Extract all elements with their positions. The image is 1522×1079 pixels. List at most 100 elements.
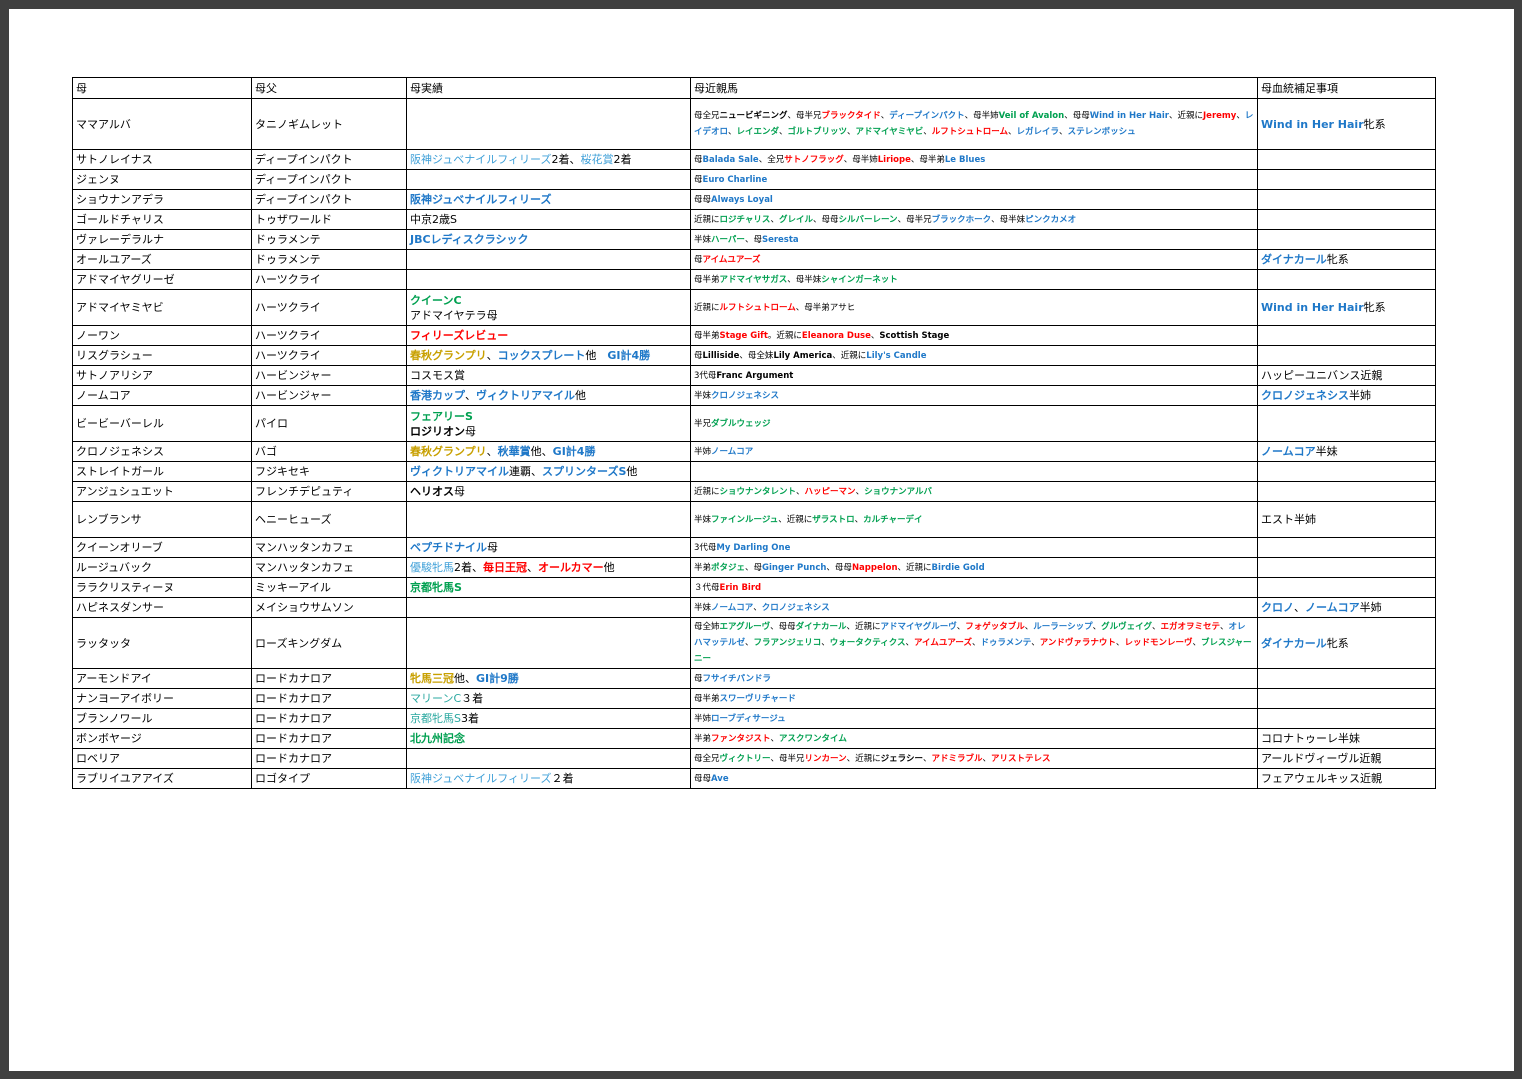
pedigree-notes-cell: [1257, 557, 1436, 578]
table-row: サトノアリシア ハービンジャー コスモス賞 3代母Franc Argument ハッピー…: [72, 365, 1436, 386]
text-segment: ゴルトブリッツ: [787, 127, 847, 137]
dam-relatives-cell: 母フサイチパンドラ: [690, 668, 1258, 689]
text-segment: ベプチドナイル: [410, 541, 487, 554]
text-segment: 他: [626, 465, 638, 478]
text-segment: 母: [454, 485, 465, 498]
text-segment: ショウナンタレント: [719, 486, 797, 497]
text-segment: 、全兄: [758, 154, 785, 165]
damsire-cell: ハービンジャー: [251, 385, 407, 406]
dam-cell: サトノレイナス: [72, 149, 252, 170]
text-segment: 半姉: [1359, 601, 1382, 614]
text-segment: フラアンジェリコ: [753, 638, 822, 648]
pedigree-notes-cell: ノームコア半妹: [1257, 441, 1436, 462]
text-segment: アドミラブル: [931, 753, 983, 764]
dam-relatives-cell: 3代母My Darling One: [690, 537, 1258, 558]
text-segment: 母全姉: [694, 622, 720, 632]
text-segment: 2着、: [551, 153, 581, 166]
text-segment: シャインガーネット: [821, 274, 898, 285]
damsire-cell: ディープインパクト: [251, 189, 407, 210]
dam-record-cell: JBCレディスクラシック: [406, 229, 691, 250]
damsire-cell: トゥザワールド: [251, 209, 407, 230]
text-segment: 、: [1059, 127, 1068, 137]
text-segment: 連覇、: [509, 465, 542, 478]
damsire-cell: ハーツクライ: [251, 289, 407, 326]
dam-record-cell: フィリーズレビュー: [406, 325, 691, 346]
pedigree-notes-cell: [1257, 577, 1436, 598]
text-segment: 、: [1220, 622, 1229, 632]
text-segment: 北九州記念: [410, 732, 465, 745]
text-segment: ３着: [461, 692, 484, 705]
table-row: ママアルバ タニノギムレット 母全兄ニュービギニング、母半兄ブラックタイド、ディープ…: [72, 98, 1436, 150]
damsire-cell: ハーツクライ: [251, 345, 407, 366]
text-segment: フェアウェルキッス近親: [1261, 772, 1382, 785]
text-segment: 、: [753, 602, 762, 613]
text-segment: 、母半兄: [787, 111, 822, 121]
dam-record-cell: 春秋グランプリ、コックスプレート他 GI計4勝: [406, 345, 691, 366]
text-segment: 母母: [694, 773, 712, 784]
pedigree-notes-cell: Wind in Her Hair牝系: [1257, 289, 1436, 326]
damsire-cell: ハーツクライ: [251, 269, 407, 290]
text-segment: スプリンターズS: [542, 465, 627, 478]
dam-record-cell: [406, 617, 691, 669]
text-segment: アドマイヤサガス: [719, 274, 788, 285]
dam-relatives-cell: 母半弟スワーヴリチャード: [690, 688, 1258, 709]
text-segment: 母: [694, 350, 703, 361]
dam-cell: ブランノワール: [72, 708, 252, 729]
damsire-cell: メイショウサムソン: [251, 597, 407, 618]
text-segment: 阪神ジュベナイルフィリーズ: [410, 193, 552, 206]
damsire-cell: ロゴタイプ: [251, 768, 407, 789]
text-segment: 、母半弟: [910, 154, 945, 165]
header-dam-relatives: 母近親馬: [690, 77, 1258, 99]
text-segment: 他: [603, 561, 615, 574]
pedigree-table: 母 母父 母実績 母近親馬 母血統補足事項 ママアルバ タニノギムレット 母全兄ニュ…: [72, 77, 1436, 789]
dam-relatives-cell: 半弟ポタジェ、母Ginger Punch、母母Nappelon、近親にBirdi…: [690, 557, 1258, 578]
text-segment: アンドヴァラナウト: [1039, 638, 1116, 648]
table-row: ブランノワール ロードカナロア 京都牝馬S3着 半姉ローブディサージュ: [72, 708, 1436, 729]
pedigree-notes-cell: [1257, 229, 1436, 250]
text-segment: 母: [694, 174, 703, 185]
dam-record-cell: ヴィクトリアマイル連覇、スプリンターズS他: [406, 461, 691, 482]
text-segment: 母母: [694, 194, 712, 205]
pedigree-notes-cell: クロノジェネシス半姉: [1257, 385, 1436, 406]
text-segment: 、母半姉: [843, 154, 878, 165]
text-segment: 、: [855, 486, 865, 497]
table-row: ラッタッタ ローズキングダム 母全姉エアグルーヴ、母母ダイナカール、近親にアドマイヤ…: [72, 617, 1436, 669]
dam-record-cell: [406, 249, 691, 270]
table-row: ルージュバック マンハッタンカフェ 優駿牝馬2着、毎日王冠、オールカマー他 半弟ポタジ…: [72, 557, 1436, 578]
damsire-cell: バゴ: [251, 441, 407, 462]
text-segment: 母半弟: [694, 330, 720, 341]
dam-relatives-cell: 半姉ノームコア: [690, 441, 1258, 462]
header-pedigree-notes: 母血統補足事項: [1257, 77, 1436, 99]
dam-record-cell: [406, 501, 691, 538]
pedigree-notes-cell: [1257, 537, 1436, 558]
text-segment: 、母半兄: [897, 214, 932, 225]
text-segment: Stage Gift: [719, 330, 768, 341]
pedigree-notes-cell: [1257, 169, 1436, 190]
text-segment: Veil of Avalon: [998, 111, 1065, 121]
text-segment: エスト半姉: [1261, 513, 1316, 526]
text-segment: マリーンC: [410, 692, 462, 705]
text-segment: ハッピーユニバンス近親: [1261, 369, 1383, 382]
dam-relatives-cell: 近親にロジチャリス、グレイル、母母シルバーレーン、母半兄ブラックホーク、母半妹ピ…: [690, 209, 1258, 230]
pedigree-notes-cell: [1257, 149, 1436, 170]
header-damsire: 母父: [251, 77, 407, 99]
text-segment: Always Loyal: [711, 194, 773, 205]
text-segment: ポタジェ: [711, 562, 746, 573]
table-row: レンブランサ ヘニーヒューズ 半妹ファインルージュ、近親にザラストロ、カルチャーデイ…: [72, 501, 1436, 538]
dam-relatives-cell: 母母Always Loyal: [690, 189, 1258, 210]
text-segment: 牝系: [1363, 117, 1386, 131]
text-segment: 2着: [613, 153, 632, 166]
table-row: アンジュシュエット フレンチデピュティ ヘリオス母 近親にショウナンタレント、ハッピー…: [72, 481, 1436, 502]
text-segment: 近親に: [694, 302, 720, 313]
dam-cell: サトノアリシア: [72, 365, 252, 386]
dam-cell: ラッタッタ: [72, 617, 252, 669]
pedigree-notes-cell: [1257, 481, 1436, 502]
dam-relatives-cell: 半妹クロノジェネシス: [690, 385, 1258, 406]
dam-cell: ルージュバック: [72, 557, 252, 578]
text-segment: 香港カップ: [410, 389, 465, 402]
text-segment: 半妹: [694, 514, 712, 525]
text-segment: 他: [585, 349, 608, 362]
dam-record-cell: [406, 597, 691, 618]
text-segment: アールドヴィーヴル近親: [1261, 752, 1382, 765]
text-segment: Seresta: [761, 234, 799, 245]
